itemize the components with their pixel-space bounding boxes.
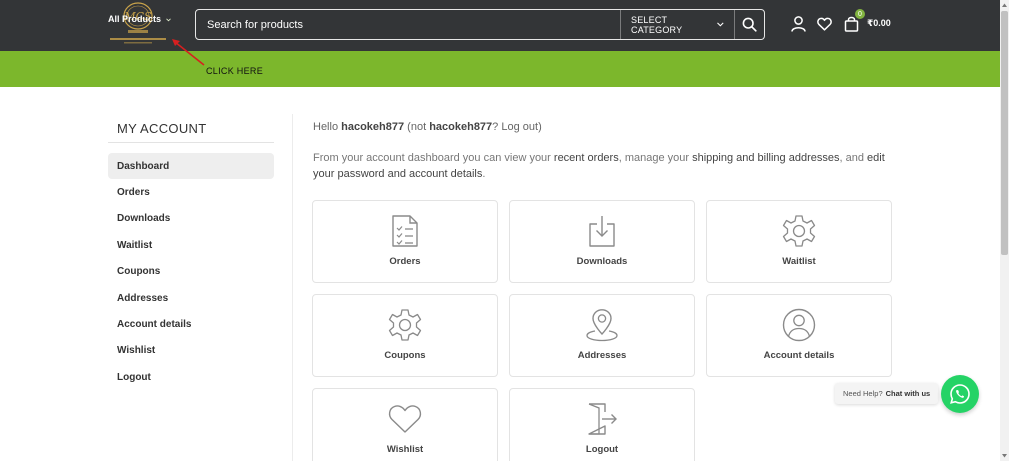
sidebar-item-wishlist[interactable]: Wishlist xyxy=(108,337,274,363)
card-label: Orders xyxy=(389,256,421,267)
greeting: Hello hacokeh877 (not hacokeh877? Log ou… xyxy=(313,121,542,133)
site-logo[interactable]: MCS xyxy=(106,0,170,48)
user-icon xyxy=(790,16,806,32)
greeting-prefix: Hello xyxy=(313,121,342,133)
addresses-link[interactable]: shipping and billing addresses xyxy=(692,152,839,164)
search-icon xyxy=(742,17,757,32)
card-coupons[interactable]: Coupons xyxy=(312,294,498,377)
scroll-thumb[interactable] xyxy=(1001,11,1008,255)
greeting-mid: (not xyxy=(404,121,430,133)
card-downloads[interactable]: Downloads xyxy=(509,200,695,283)
whatsapp-help-bubble[interactable]: Need Help? Chat with us xyxy=(835,383,939,404)
dashboard-description: From your account dashboard you can view… xyxy=(313,150,903,182)
username-alt: hacokeh877 xyxy=(429,121,493,133)
download-icon xyxy=(584,213,620,249)
sidebar-item-waitlist[interactable]: Waitlist xyxy=(108,232,274,258)
card-orders[interactable]: Orders xyxy=(312,200,498,283)
desc-part-2: , manage your xyxy=(618,152,693,164)
whatsapp-icon xyxy=(950,384,970,404)
heart-icon xyxy=(387,401,423,437)
account-button[interactable] xyxy=(788,14,808,34)
scroll-up-arrow[interactable] xyxy=(1000,0,1009,10)
caret-up-icon xyxy=(1002,3,1007,7)
card-wishlist[interactable]: Wishlist xyxy=(312,388,498,461)
card-label: Wishlist xyxy=(386,444,424,455)
all-products-label: All Products xyxy=(108,14,162,24)
scroll-down-arrow[interactable] xyxy=(1000,451,1009,461)
desc-part-3: , and xyxy=(839,152,868,164)
category-select[interactable]: SELECT CATEGORY xyxy=(620,10,734,39)
cart-button[interactable]: 0 xyxy=(841,9,865,34)
logout-link[interactable]: Log out xyxy=(501,121,538,133)
sidebar-divider xyxy=(292,114,293,461)
caret-down-icon xyxy=(1002,454,1007,458)
sidebar-item-account-details[interactable]: Account details xyxy=(108,311,274,337)
wishlist-header-button[interactable] xyxy=(814,14,834,34)
search-bar: SELECT CATEGORY xyxy=(195,9,765,40)
annotation-arrow-icon xyxy=(172,39,205,66)
sidebar-item-logout[interactable]: Logout xyxy=(108,364,274,390)
card-addresses[interactable]: Addresses xyxy=(509,294,695,377)
all-products-menu[interactable]: All Products xyxy=(108,14,171,24)
card-label: Coupons xyxy=(384,350,426,361)
desc-part-4: . xyxy=(482,168,486,180)
orders-icon xyxy=(387,213,423,249)
chevron-down-icon xyxy=(165,18,171,22)
desc-part-1: From your account dashboard you can view… xyxy=(313,152,554,164)
card-account-details[interactable]: Account details xyxy=(706,294,892,377)
card-label: Logout xyxy=(585,444,619,455)
logout-door-icon xyxy=(584,401,620,437)
sidebar-item-dashboard[interactable]: Dashboard xyxy=(108,153,274,179)
recent-orders-link[interactable]: recent orders xyxy=(554,152,619,164)
cart-count-badge: 0 xyxy=(855,9,865,19)
chat-with-us-text: Chat with us xyxy=(885,389,931,398)
sidebar-item-orders[interactable]: Orders xyxy=(108,179,274,205)
card-label: Downloads xyxy=(576,256,628,267)
search-input[interactable] xyxy=(196,10,620,39)
heart-icon xyxy=(816,17,832,31)
title-divider xyxy=(108,142,274,143)
gear-icon xyxy=(387,307,423,343)
card-label: Waitlist xyxy=(782,256,816,267)
location-pin-icon xyxy=(584,307,620,343)
sidebar-item-addresses[interactable]: Addresses xyxy=(108,285,274,311)
chevron-down-icon xyxy=(717,22,724,27)
need-help-text: Need Help? xyxy=(843,389,883,398)
category-select-label: SELECT CATEGORY xyxy=(631,14,683,35)
gear-icon xyxy=(781,213,817,249)
card-logout[interactable]: Logout xyxy=(509,388,695,461)
sidebar-item-coupons[interactable]: Coupons xyxy=(108,258,274,284)
sidebar-item-downloads[interactable]: Downloads xyxy=(108,205,274,231)
card-label: Addresses xyxy=(577,350,627,361)
whatsapp-button[interactable] xyxy=(941,375,979,413)
cart-total[interactable]: ₹0.00 xyxy=(867,18,891,29)
user-circle-icon xyxy=(781,307,817,343)
greeting-end: ) xyxy=(538,121,542,133)
greeting-q: ? xyxy=(492,121,502,133)
card-waitlist[interactable]: Waitlist xyxy=(706,200,892,283)
search-button[interactable] xyxy=(734,10,764,39)
main-nav xyxy=(0,51,1000,87)
my-account-title: MY ACCOUNT xyxy=(117,121,207,136)
card-label: Account details xyxy=(763,350,835,361)
shopping-bag-icon xyxy=(844,16,858,32)
username: hacokeh877 xyxy=(341,121,405,133)
click-here-annotation: CLICK HERE xyxy=(206,66,264,76)
